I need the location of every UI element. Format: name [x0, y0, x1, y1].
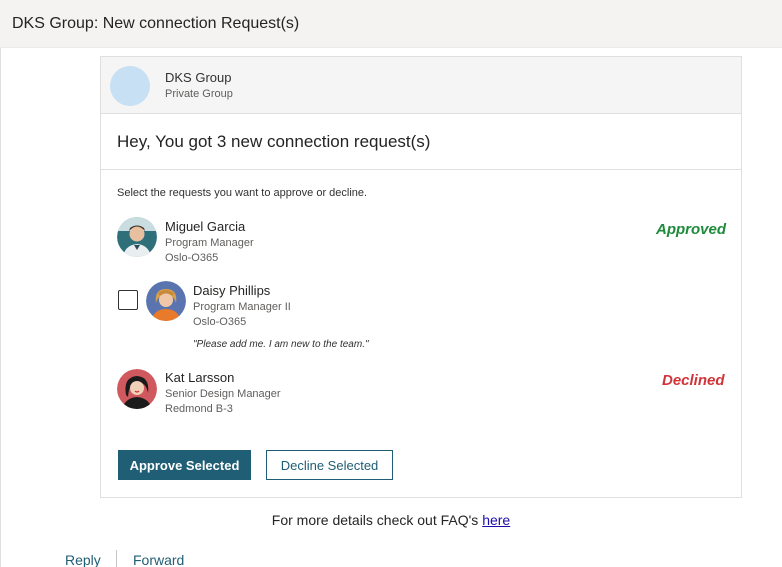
faq-note: For more details check out FAQ's here	[0, 512, 782, 528]
requester-location: Oslo-O365	[193, 316, 247, 328]
status-badge: Declined	[662, 372, 725, 389]
group-name: DKS Group	[165, 70, 232, 85]
instructions: Select the requests you want to approve …	[117, 187, 368, 199]
requester-name: Kat Larsson	[165, 370, 235, 385]
requester-role: Program Manager	[165, 237, 254, 249]
avatar	[117, 217, 157, 257]
status-badge: Approved	[656, 221, 727, 238]
divider	[116, 550, 117, 567]
faq-link[interactable]: here	[482, 512, 510, 528]
group-privacy: Private Group	[165, 88, 233, 100]
card-header: DKS Group Private Group	[101, 57, 741, 114]
decline-selected-button[interactable]: Decline Selected	[266, 450, 393, 480]
faq-text: For more details check out FAQ's	[271, 512, 483, 528]
request-card: DKS Group Private Group Hey, You got 3 n…	[100, 56, 742, 498]
request-note: "Please add me. I am new to the team."	[193, 339, 369, 350]
avatar	[146, 281, 186, 321]
requester-name: Miguel Garcia	[165, 219, 246, 234]
left-divider	[0, 48, 1, 567]
requester-location: Redmond B-3	[165, 403, 233, 415]
window-title: DKS Group: New connection Request(s)	[12, 15, 300, 32]
requester-role: Program Manager II	[193, 301, 291, 313]
request-checkbox[interactable]	[118, 290, 138, 310]
divider	[101, 169, 741, 170]
title-bar: DKS Group: New connection Request(s)	[0, 0, 782, 48]
avatar	[117, 369, 157, 409]
requester-role: Senior Design Manager	[165, 388, 281, 400]
requester-location: Oslo-O365	[165, 252, 219, 264]
reply-button[interactable]: Reply	[65, 552, 101, 567]
approve-selected-button[interactable]: Approve Selected	[118, 450, 251, 480]
headline: Hey, You got 3 new connection request(s)	[117, 132, 431, 151]
forward-button[interactable]: Forward	[133, 552, 184, 567]
requester-name: Daisy Phillips	[193, 283, 271, 298]
group-avatar	[110, 66, 150, 106]
